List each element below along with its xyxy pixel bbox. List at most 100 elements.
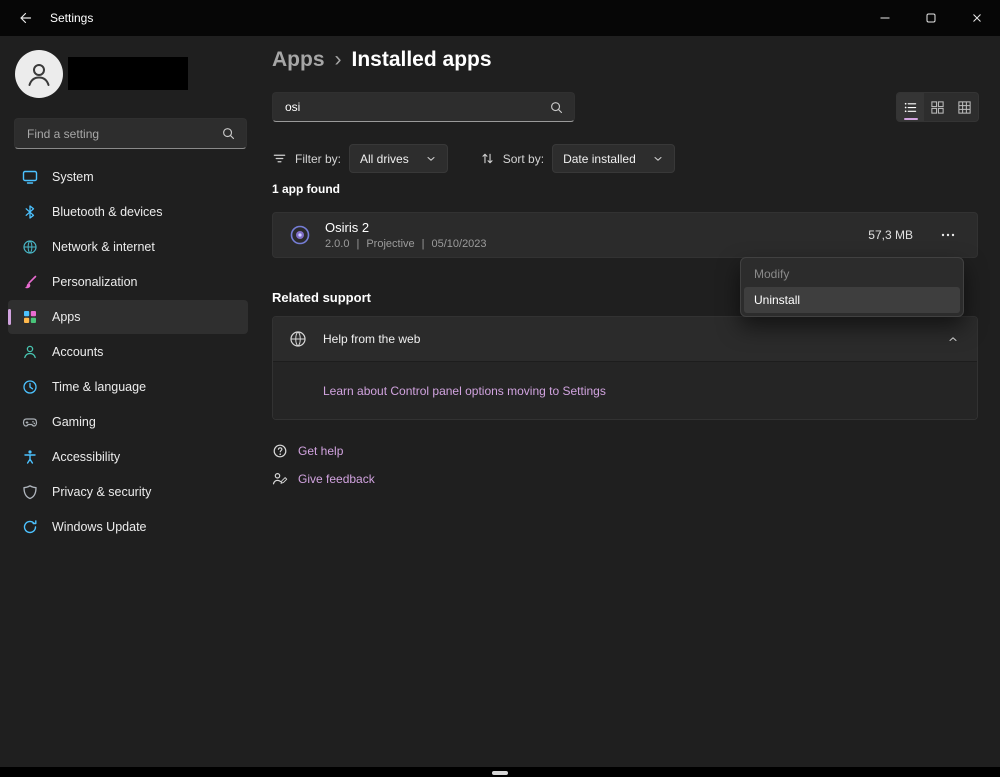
- network-globe-icon: [22, 239, 38, 255]
- sidebar-item-label: Personalization: [52, 275, 137, 289]
- sidebar-search: [14, 118, 247, 149]
- list-view-toggle[interactable]: [897, 93, 924, 121]
- sort-by-label: Sort by:: [503, 152, 544, 166]
- app-more-button[interactable]: [933, 222, 963, 248]
- page-title: Installed apps: [352, 48, 492, 72]
- view-toggle-group: [896, 92, 979, 122]
- sidebar-item-system[interactable]: System: [8, 160, 248, 194]
- maximize-button[interactable]: [908, 0, 954, 36]
- sidebar-item-label: Privacy & security: [52, 485, 151, 499]
- drive-filter-dropdown[interactable]: All drives: [349, 144, 448, 173]
- sidebar-item-accessibility[interactable]: Accessibility: [8, 440, 248, 474]
- sidebar-item-network-internet[interactable]: Network & internet: [8, 230, 248, 264]
- filter-sort-row: Filter by: All drives Sort by: Date inst…: [272, 144, 675, 173]
- sidebar-item-time-language[interactable]: Time & language: [8, 370, 248, 404]
- sidebar-item-label: Gaming: [52, 415, 96, 429]
- sidebar-item-windows-update[interactable]: Windows Update: [8, 510, 248, 544]
- settings-window: Settings System Bluetooth & devi: [0, 0, 1000, 777]
- app-info: Osiris 2 2.0.0 | Projective | 05/10/2023: [325, 220, 487, 250]
- controller-icon: [22, 414, 38, 430]
- menu-item-uninstall[interactable]: Uninstall: [744, 287, 960, 313]
- apps-grid-icon: [22, 309, 38, 325]
- app-name: Osiris 2: [325, 220, 487, 235]
- app-publisher: Projective: [366, 238, 414, 250]
- bluetooth-icon: [22, 204, 38, 220]
- give-feedback-link[interactable]: Give feedback: [298, 472, 375, 486]
- minimize-icon: [878, 11, 892, 25]
- taskbar-pip: [492, 771, 508, 775]
- sidebar-item-personalization[interactable]: Personalization: [8, 265, 248, 299]
- sidebar-item-label: Accessibility: [52, 450, 120, 464]
- back-icon: [17, 10, 33, 26]
- sort-dropdown[interactable]: Date installed: [552, 144, 675, 173]
- app-row-osiris-2: Osiris 2 2.0.0 | Projective | 05/10/2023…: [272, 212, 978, 258]
- help-from-web-header[interactable]: Help from the web: [273, 317, 977, 362]
- person-avatar-icon: [24, 59, 54, 89]
- search-icon[interactable]: [221, 126, 236, 141]
- search-icon[interactable]: [549, 100, 564, 115]
- brush-icon: [22, 274, 38, 290]
- selected-accent-bar: [8, 309, 11, 325]
- grid-view-icon: [930, 100, 945, 115]
- drive-filter-value: All drives: [360, 152, 409, 166]
- window-controls: [862, 0, 1000, 36]
- sidebar-nav: System Bluetooth & devices Network & int…: [8, 160, 248, 545]
- sidebar-search-input[interactable]: [15, 127, 221, 141]
- help-from-web-expander: Help from the web Learn about Control pa…: [272, 316, 978, 420]
- sidebar-item-label: Bluetooth & devices: [52, 205, 163, 219]
- person-icon: [22, 344, 38, 360]
- menu-item-modify: Modify: [744, 261, 960, 287]
- get-help-link[interactable]: Get help: [298, 444, 343, 458]
- user-name-redacted: [68, 57, 188, 90]
- sidebar-item-bluetooth-devices[interactable]: Bluetooth & devices: [8, 195, 248, 229]
- get-help-icon: [272, 443, 288, 459]
- sidebar-item-label: Apps: [52, 310, 81, 324]
- sort-value: Date installed: [563, 152, 636, 166]
- close-icon: [970, 11, 984, 25]
- sidebar-item-accounts[interactable]: Accounts: [8, 335, 248, 369]
- back-button[interactable]: [8, 5, 42, 31]
- sidebar-item-privacy-security[interactable]: Privacy & security: [8, 475, 248, 509]
- sidebar-item-label: Accounts: [52, 345, 103, 359]
- osiris-app-icon: [289, 224, 311, 246]
- meta-separator: |: [356, 238, 359, 250]
- sidebar-item-apps[interactable]: Apps: [8, 300, 248, 334]
- sidebar-item-gaming[interactable]: Gaming: [8, 405, 248, 439]
- results-count: 1 app found: [272, 182, 340, 196]
- accessibility-icon: [22, 449, 38, 465]
- grid-view-toggle[interactable]: [924, 93, 951, 121]
- get-help-row: Get help: [272, 443, 343, 459]
- taskbar-sliver[interactable]: [0, 767, 1000, 777]
- app-meta: 2.0.0 | Projective | 05/10/2023: [325, 238, 487, 250]
- table-view-icon: [957, 100, 972, 115]
- monitor-icon: [22, 169, 38, 185]
- give-feedback-row: Give feedback: [272, 471, 375, 487]
- shield-icon: [22, 484, 38, 500]
- update-icon: [22, 519, 38, 535]
- table-view-toggle[interactable]: [951, 93, 978, 121]
- sidebar-item-label: Network & internet: [52, 240, 155, 254]
- chevron-up-icon: [947, 333, 959, 345]
- installed-apps-search: [272, 92, 575, 122]
- installed-apps-search-input[interactable]: [273, 100, 549, 114]
- breadcrumb-apps[interactable]: Apps: [272, 48, 325, 72]
- close-button[interactable]: [954, 0, 1000, 36]
- help-from-web-title: Help from the web: [323, 332, 420, 346]
- window-title: Settings: [50, 11, 93, 25]
- chevron-down-icon: [652, 153, 664, 165]
- app-context-menu: Modify Uninstall: [740, 257, 964, 317]
- app-install-date: 05/10/2023: [431, 238, 486, 250]
- related-support-heading: Related support: [272, 290, 371, 305]
- globe-icon: [289, 330, 307, 348]
- app-version: 2.0.0: [325, 238, 349, 250]
- list-view-icon: [903, 100, 918, 115]
- control-panel-options-link[interactable]: Learn about Control panel options moving…: [323, 384, 606, 398]
- minimize-button[interactable]: [862, 0, 908, 36]
- sort-icon: [480, 151, 495, 166]
- meta-separator: |: [422, 238, 425, 250]
- sidebar-item-label: Time & language: [52, 380, 146, 394]
- filter-by-label: Filter by:: [295, 152, 341, 166]
- app-size: 57,3 MB: [868, 228, 913, 242]
- breadcrumb: Apps › Installed apps: [272, 48, 492, 72]
- clock-icon: [22, 379, 38, 395]
